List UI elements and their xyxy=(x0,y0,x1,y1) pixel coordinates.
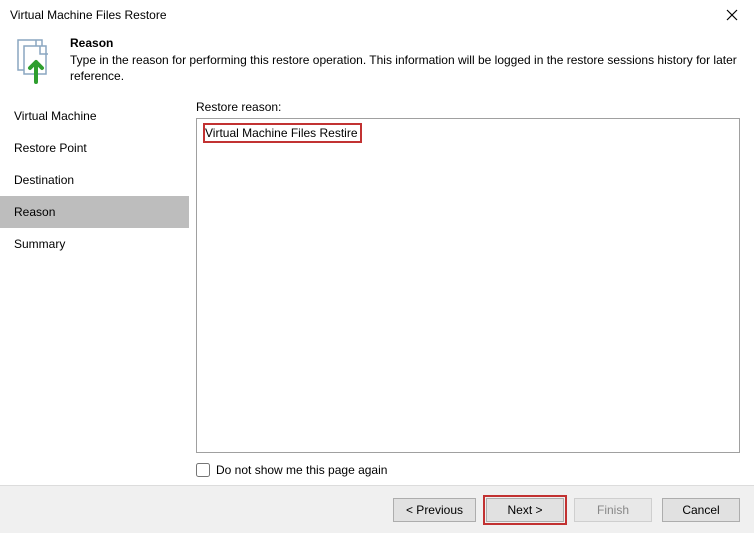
titlebar: Virtual Machine Files Restore xyxy=(0,0,754,30)
reason-value: Virtual Machine Files Restire xyxy=(205,126,358,140)
close-icon xyxy=(726,9,738,21)
reason-text-highlight: Virtual Machine Files Restire xyxy=(203,123,362,143)
sidebar-item-label: Reason xyxy=(14,205,55,219)
previous-button[interactable]: < Previous xyxy=(393,498,476,522)
reason-label: Restore reason: xyxy=(196,100,740,114)
next-button[interactable]: Next > xyxy=(486,498,564,522)
finish-button: Finish xyxy=(574,498,652,522)
header-text: Reason Type in the reason for performing… xyxy=(70,36,744,84)
sidebar-item-reason[interactable]: Reason xyxy=(0,196,189,228)
header-description: Type in the reason for performing this r… xyxy=(70,52,744,84)
sidebar-item-virtual-machine[interactable]: Virtual Machine xyxy=(0,100,189,132)
sidebar-item-destination[interactable]: Destination xyxy=(0,164,189,196)
content: Virtual Machine Restore Point Destinatio… xyxy=(0,96,754,485)
footer: < Previous Next > Finish Cancel xyxy=(0,485,754,533)
header: Reason Type in the reason for performing… xyxy=(0,30,754,98)
sidebar-item-label: Destination xyxy=(14,173,74,187)
header-heading: Reason xyxy=(70,36,744,50)
sidebar-item-label: Virtual Machine xyxy=(14,109,97,123)
close-button[interactable] xyxy=(710,0,754,30)
cancel-button[interactable]: Cancel xyxy=(662,498,740,522)
sidebar-item-summary[interactable]: Summary xyxy=(0,228,189,260)
reason-input[interactable]: Virtual Machine Files Restire xyxy=(196,118,740,453)
window-title: Virtual Machine Files Restore xyxy=(10,8,167,22)
sidebar-item-label: Restore Point xyxy=(14,141,87,155)
restore-icon xyxy=(10,36,58,84)
dont-show-label: Do not show me this page again xyxy=(216,463,387,477)
wizard-sidebar: Virtual Machine Restore Point Destinatio… xyxy=(0,96,190,485)
main-panel: Restore reason: Virtual Machine Files Re… xyxy=(190,96,754,485)
dont-show-row[interactable]: Do not show me this page again xyxy=(196,463,740,477)
sidebar-item-label: Summary xyxy=(14,237,65,251)
sidebar-item-restore-point[interactable]: Restore Point xyxy=(0,132,189,164)
dont-show-checkbox[interactable] xyxy=(196,463,210,477)
